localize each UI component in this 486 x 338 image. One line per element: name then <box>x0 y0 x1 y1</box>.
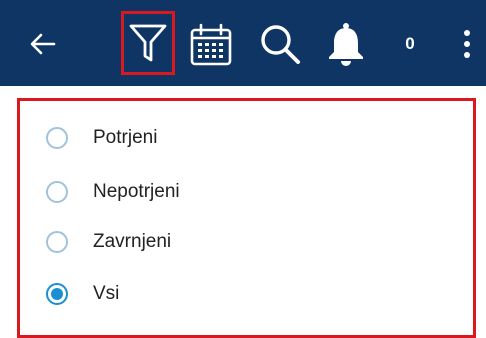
more-vert-icon <box>464 30 470 58</box>
filter-option-zavrnjeni[interactable]: Zavrnjeni <box>46 222 171 262</box>
notifications-button[interactable] <box>322 20 370 68</box>
option-label: Nepotrjeni <box>93 181 180 202</box>
radio-button[interactable] <box>46 231 68 253</box>
back-button[interactable] <box>26 27 60 61</box>
app-toolbar: 0 <box>0 0 486 86</box>
radio-button[interactable] <box>46 283 68 305</box>
calendar-icon <box>190 23 232 66</box>
radio-button[interactable] <box>46 181 68 203</box>
option-label: Potrjeni <box>93 127 158 148</box>
filter-option-potrjeni[interactable]: Potrjeni <box>46 118 157 158</box>
search-button[interactable] <box>256 20 304 68</box>
more-options-button[interactable] <box>452 20 482 68</box>
filter-button[interactable] <box>121 11 175 75</box>
arrow-left-icon <box>30 33 56 55</box>
filter-icon <box>129 24 167 62</box>
option-label: Vsi <box>93 283 120 304</box>
calendar-button[interactable] <box>188 22 234 68</box>
notification-count: 0 <box>405 34 415 53</box>
option-label: Zavrnjeni <box>93 231 172 252</box>
status-filter-panel: Potrjeni Nepotrjeni Zavrnjeni Vsi <box>17 98 476 338</box>
filter-option-vsi[interactable]: Vsi <box>46 274 119 314</box>
filter-option-nepotrjeni[interactable]: Nepotrjeni <box>46 172 180 212</box>
search-icon <box>261 25 300 64</box>
radio-button[interactable] <box>46 127 68 149</box>
bell-icon <box>329 23 363 66</box>
